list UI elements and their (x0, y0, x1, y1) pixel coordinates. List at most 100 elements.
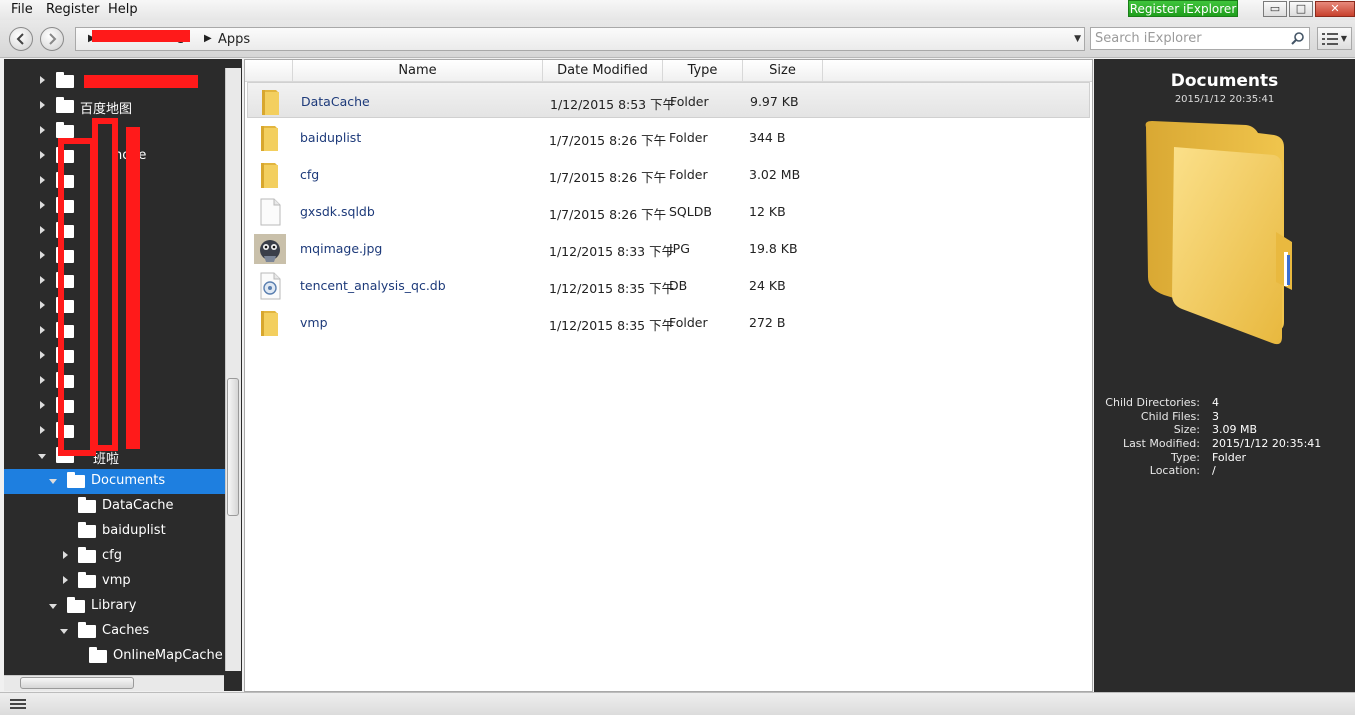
expand-arrow-icon[interactable] (40, 76, 45, 84)
tree-item-vmp[interactable]: vmp (4, 569, 226, 594)
file-name: cfg (300, 167, 320, 182)
folder-icon (56, 97, 74, 113)
tree-item-datacache[interactable]: DataCache (4, 494, 226, 519)
tree-item-label: cfg (102, 548, 122, 563)
list-header: Name Date Modified Type Size (245, 60, 1092, 82)
file-size: 12 KB (749, 204, 786, 219)
menu-help[interactable]: Help (108, 2, 138, 17)
folder-icon (56, 122, 74, 138)
menu-file[interactable]: File (11, 2, 33, 17)
file-date: 1/7/2015 8:26 下午 (549, 170, 667, 185)
tree-item-documents[interactable]: Documents (4, 469, 226, 494)
file-name: vmp (300, 315, 328, 330)
tree-vertical-scrollbar[interactable] (225, 68, 241, 671)
folder-icon (261, 311, 278, 336)
collapse-arrow-icon[interactable] (38, 454, 46, 459)
folder-icon (261, 126, 278, 151)
file-list: Name Date Modified Type Size DataCache 1… (244, 59, 1093, 692)
expand-arrow-icon[interactable] (40, 101, 45, 109)
status-bar (0, 692, 1355, 715)
file-date: 1/7/2015 8:26 下午 (549, 207, 667, 222)
expand-arrow-icon[interactable] (40, 251, 45, 259)
tree-item-label: vmp (102, 573, 131, 588)
expand-arrow-icon[interactable] (63, 551, 68, 559)
redaction-mark (92, 30, 190, 42)
file-date: 1/12/2015 8:35 下午 (549, 318, 675, 333)
back-button[interactable] (9, 27, 33, 51)
redaction-mark (92, 118, 118, 451)
tree-item-label: Library (91, 598, 137, 613)
tree-item-cfg[interactable]: cfg (4, 544, 226, 569)
file-row[interactable]: gxsdk.sqldb 1/7/2015 8:26 下午 SQLDB 12 KB (247, 193, 1090, 229)
maximize-button[interactable]: □ (1289, 1, 1313, 17)
column-header-name[interactable]: Name (293, 60, 543, 82)
forward-button[interactable] (40, 27, 64, 51)
file-size: 24 KB (749, 278, 786, 293)
tree-item-label: Documents (91, 473, 166, 488)
file-type: Folder (669, 315, 708, 330)
expand-arrow-icon[interactable] (40, 126, 45, 134)
file-name: baiduplist (300, 130, 362, 145)
expand-arrow-icon[interactable] (40, 151, 45, 159)
column-header-size[interactable]: Size (743, 60, 823, 82)
file-name: tencent_analysis_qc.db (300, 278, 446, 293)
database-file-icon (260, 272, 281, 300)
expand-arrow-icon[interactable] (40, 351, 45, 359)
folder-icon (89, 647, 107, 663)
expand-arrow-icon[interactable] (40, 401, 45, 409)
expand-arrow-icon[interactable] (40, 201, 45, 209)
tree-scroll-thumb[interactable] (227, 378, 239, 516)
path-dropdown-icon[interactable]: ▼ (1074, 34, 1081, 44)
close-button[interactable]: ✕ (1315, 1, 1355, 17)
file-row[interactable]: baiduplist 1/7/2015 8:26 下午 Folder 344 B (247, 119, 1090, 155)
collapse-arrow-icon[interactable] (60, 629, 68, 634)
expand-arrow-icon[interactable] (40, 376, 45, 384)
folder-tree: 百度地图 hone (4, 59, 242, 691)
detail-label: Type: (1171, 451, 1200, 464)
file-row[interactable]: DataCache 1/12/2015 8:53 下午 Folder 9.97 … (247, 82, 1090, 118)
redaction-mark (84, 75, 198, 88)
column-header-type[interactable]: Type (663, 60, 743, 82)
breadcrumb-apps[interactable]: Apps (218, 32, 250, 47)
hamburger-menu-icon[interactable] (10, 699, 26, 711)
tree-item-onlinemapcache[interactable]: OnlineMapCache (4, 644, 226, 669)
tree-hscroll-thumb[interactable] (20, 677, 134, 689)
register-iexplorer-button[interactable]: Register iExplorer (1128, 0, 1238, 17)
path-breadcrumb[interactable]: ▶ e ▶ Apps ▼ (75, 27, 1085, 51)
collapse-arrow-icon[interactable] (49, 604, 57, 609)
file-name: mqimage.jpg (300, 241, 383, 256)
file-row[interactable]: vmp 1/12/2015 8:35 下午 Folder 272 B (247, 304, 1090, 340)
file-date: 1/12/2015 8:35 下午 (549, 281, 675, 296)
search-field[interactable] (1090, 27, 1310, 50)
folder-icon (67, 472, 85, 488)
image-thumbnail-icon (254, 234, 286, 264)
expand-arrow-icon[interactable] (40, 426, 45, 434)
redaction-mark (126, 127, 140, 449)
file-row[interactable]: mqimage.jpg 1/12/2015 8:33 下午 JPG 19.8 K… (247, 230, 1090, 266)
file-type: Folder (669, 130, 708, 145)
collapse-arrow-icon[interactable] (49, 479, 57, 484)
search-icon[interactable] (1291, 31, 1305, 45)
tree-item-caches[interactable]: Caches (4, 619, 226, 644)
minimize-button[interactable]: ▭ (1263, 1, 1287, 17)
file-row[interactable]: cfg 1/7/2015 8:26 下午 Folder 3.02 MB (247, 156, 1090, 192)
expand-arrow-icon[interactable] (40, 176, 45, 184)
file-row[interactable]: tencent_analysis_qc.db 1/12/2015 8:35 下午… (247, 267, 1090, 303)
column-header-date[interactable]: Date Modified (543, 60, 663, 82)
file-size: 3.02 MB (749, 167, 801, 182)
search-input[interactable] (1091, 28, 1281, 49)
expand-arrow-icon[interactable] (40, 301, 45, 309)
detail-value: Folder (1212, 451, 1246, 464)
tree-item-library[interactable]: Library (4, 594, 226, 619)
minimize-icon: ▭ (1269, 2, 1281, 15)
expand-arrow-icon[interactable] (40, 226, 45, 234)
menu-register[interactable]: Register (46, 2, 100, 17)
tree-item-baiduplist[interactable]: baiduplist (4, 519, 226, 544)
expand-arrow-icon[interactable] (40, 276, 45, 284)
expand-arrow-icon[interactable] (40, 326, 45, 334)
expand-arrow-icon[interactable] (63, 576, 68, 584)
column-header-icon[interactable] (245, 60, 293, 82)
view-mode-button[interactable]: ▼ (1317, 27, 1352, 50)
file-type: Folder (670, 94, 709, 109)
tree-item[interactable]: 百度地图 (4, 94, 226, 119)
